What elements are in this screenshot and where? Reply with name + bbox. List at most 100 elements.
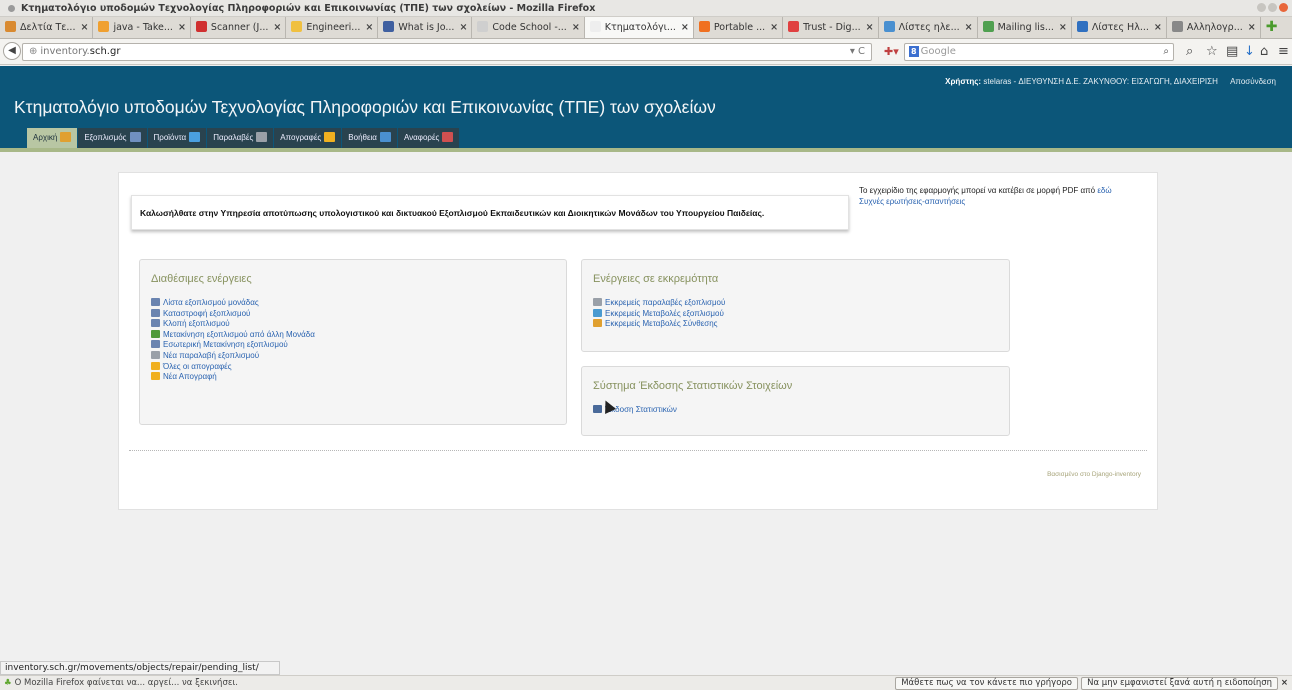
- available-actions-link-4[interactable]: Εσωτερική Μετακίνηση εξοπλισμού: [151, 340, 315, 351]
- window-controls: [1255, 3, 1288, 14]
- tab-close-icon[interactable]: ×: [80, 22, 88, 33]
- search-placeholder: Google: [920, 46, 956, 57]
- statistics-title: Σύστημα Έκδοσης Στατιστικών Στοιχείων: [593, 380, 793, 392]
- tab-3[interactable]: Engineeri... ×: [286, 17, 379, 38]
- tab-favicon-icon: [383, 21, 395, 32]
- tab-favicon-icon: [883, 21, 895, 32]
- maximize-icon[interactable]: [1268, 3, 1277, 12]
- tab-10[interactable]: Mailing lis... ×: [978, 17, 1072, 38]
- dont-show-again-button[interactable]: Να μην εμφανιστεί ξανά αυτή η ειδοποίηση: [1081, 677, 1278, 690]
- tab-close-icon[interactable]: ×: [866, 22, 874, 33]
- tab-close-icon[interactable]: ×: [459, 22, 467, 33]
- page-title: Κτηματολόγιο υποδομών Τεχνολογίας Πληροφ…: [14, 97, 716, 117]
- action-label: Κλοπή εξοπλισμού: [163, 319, 230, 329]
- action-label: Λίστα εξοπλισμού μονάδας: [163, 298, 259, 307]
- close-window-icon[interactable]: [1279, 3, 1288, 12]
- menu-item-4[interactable]: Απογραφές: [274, 128, 342, 148]
- tab-label: Code School -...: [492, 22, 567, 33]
- tab-close-icon[interactable]: ×: [965, 22, 973, 33]
- menu-item-label: Βοήθεια: [348, 133, 377, 142]
- menu-item-1[interactable]: Εξοπλισμός: [78, 128, 147, 148]
- tab-label: Λίστες ηλε...: [898, 22, 960, 33]
- available-actions-panel: Διαθέσιμες ενέργειες Λίστα εξοπλισμού μο…: [139, 259, 567, 425]
- menu-icon[interactable]: ≡: [1278, 44, 1289, 60]
- tab-close-icon[interactable]: ×: [1059, 22, 1067, 33]
- action-label: Μετακίνηση εξοπλισμού από άλλη Μονάδα: [163, 329, 315, 339]
- close-notification-icon[interactable]: ×: [1281, 676, 1288, 690]
- faq-link[interactable]: Συχνές ερωτήσεις-απαντήσεις: [859, 197, 965, 206]
- menu-item-icon: [189, 132, 201, 142]
- pending-actions-list: Εκκρεμείς παραλαβές εξοπλισμού Εκκρεμείς …: [593, 298, 725, 330]
- tab-close-icon[interactable]: ×: [178, 22, 186, 33]
- tab-close-icon[interactable]: ×: [770, 22, 778, 33]
- menu-item-3[interactable]: Παραλαβές: [207, 128, 274, 148]
- menu-item-6[interactable]: Αναφορές: [397, 128, 460, 148]
- available-actions-link-1[interactable]: Καταστροφή εξοπλισμού: [151, 308, 315, 320]
- pending-actions-link-2[interactable]: Εκκρεμείς Μεταβολές Σύνθεσης: [593, 319, 725, 330]
- tab-9[interactable]: Λίστες ηλε... ×: [879, 17, 978, 38]
- menu-item-icon: [379, 132, 391, 142]
- tab-favicon-icon: [1076, 21, 1088, 32]
- tab-close-icon[interactable]: ×: [273, 22, 281, 33]
- available-actions-link-6[interactable]: Όλες οι απογραφές: [151, 361, 315, 373]
- menu-item-icon: [60, 132, 72, 142]
- home-icon[interactable]: ⌂: [1260, 44, 1268, 60]
- download-icon[interactable]: ↓: [1244, 44, 1255, 60]
- available-actions-link-5[interactable]: Νέα παραλαβή εξοπλισμού: [151, 350, 315, 362]
- pending-actions-title: Ενέργειες σε εκκρεμότητα: [593, 273, 719, 285]
- search-input[interactable]: 8 Google ⌕: [904, 43, 1174, 61]
- tab-2[interactable]: Scanner (J... ×: [191, 17, 287, 38]
- tab-4[interactable]: What is Jo... ×: [378, 17, 473, 38]
- available-actions-link-3[interactable]: Μετακίνηση εξοπλισμού από άλλη Μονάδα: [151, 329, 315, 341]
- available-actions-link-0[interactable]: Λίστα εξοπλισμού μονάδας: [151, 298, 315, 309]
- manual-text: Το εγχειρίδιο της εφαρμογής μπορεί να κα…: [859, 186, 1096, 195]
- available-actions-link-7[interactable]: Νέα Απογραφή: [151, 372, 315, 383]
- logout-link[interactable]: Αποσύνδεση: [1230, 77, 1276, 86]
- tab-favicon-icon: [589, 21, 601, 32]
- tab-strip: Δελτία Τε... × java - Take... × Scanner (J..…: [0, 17, 1292, 39]
- tab-5[interactable]: Code School -... ×: [472, 17, 585, 38]
- action-icon: [151, 298, 160, 306]
- manual-download-link[interactable]: εδώ: [1097, 186, 1111, 195]
- menu-item-2[interactable]: Προϊόντα: [147, 128, 207, 148]
- tab-8[interactable]: Trust - Dig... ×: [783, 17, 879, 38]
- action-icon: [593, 298, 602, 306]
- pending-actions-link-0[interactable]: Εκκρεμείς παραλαβές εξοπλισμού: [593, 298, 725, 309]
- tab-label: Trust - Dig...: [803, 22, 861, 33]
- window-titlebar: Κτηματολόγιο υποδομών Τεχνολογίας Πληροφ…: [0, 0, 1292, 17]
- tab-7[interactable]: Portable ... ×: [694, 17, 784, 38]
- web-page: Χρήστης: stelaras - ΔΙΕΥΘΥΝΣΗ Δ.Ε. ΖΑΚΥΝ…: [0, 66, 1292, 661]
- tab-close-icon[interactable]: ×: [365, 22, 373, 33]
- search-icon[interactable]: ⌕: [1163, 44, 1169, 60]
- new-tab-icon[interactable]: ✚: [1261, 17, 1283, 38]
- tab-12[interactable]: Αλληλογρ... ×: [1167, 17, 1261, 38]
- powered-by-link[interactable]: Βασισμένο στο Django-inventory: [1047, 471, 1141, 478]
- bookmarks-list-icon[interactable]: ▤: [1226, 44, 1238, 60]
- main-menu: Αρχική Εξοπλισμός Προϊόντα Παραλαβές Απογραφ…: [27, 128, 460, 148]
- tab-1[interactable]: java - Take... ×: [93, 17, 191, 38]
- magnifier-icon[interactable]: ⌕: [1186, 44, 1193, 60]
- menu-item-0[interactable]: Αρχική: [27, 128, 78, 148]
- notification-bar: ♣ Ο Mozilla Firefox φαίνεται να... αργεί.…: [0, 675, 1292, 690]
- pending-actions-link-1[interactable]: Εκκρεμείς Μεταβολές εξοπλισμού: [593, 308, 725, 320]
- tab-favicon-icon: [98, 21, 110, 32]
- tab-close-icon[interactable]: ×: [572, 22, 580, 33]
- minimize-icon[interactable]: [1257, 3, 1266, 12]
- pocket-icon[interactable]: ✚▾: [884, 45, 899, 58]
- available-actions-title: Διαθέσιμες ενέργειες: [151, 273, 252, 285]
- action-label: Όλες οι απογραφές: [163, 361, 232, 371]
- back-button[interactable]: ◀: [3, 42, 21, 60]
- tab-6[interactable]: Κτηματολόγι... ×: [584, 17, 694, 38]
- available-actions-link-2[interactable]: Κλοπή εξοπλισμού: [151, 319, 315, 330]
- tab-close-icon[interactable]: ×: [681, 22, 689, 33]
- tab-close-icon[interactable]: ×: [1154, 22, 1162, 33]
- menu-item-5[interactable]: Βοήθεια: [342, 128, 397, 148]
- bookmark-star-icon[interactable]: ☆: [1206, 44, 1218, 60]
- tab-0[interactable]: Δελτία Τε... ×: [0, 17, 94, 38]
- url-bar[interactable]: ⊕ inventory.sch.gr ▾ C: [22, 43, 872, 61]
- reload-icon[interactable]: ▾ C: [850, 44, 865, 60]
- tab-11[interactable]: Λίστες Ηλ... ×: [1072, 17, 1167, 38]
- tab-close-icon[interactable]: ×: [1248, 22, 1256, 33]
- globe-icon: ⊕: [29, 46, 38, 57]
- learn-faster-button[interactable]: Μάθετε πως να τον κάνετε πιο γρήγορο: [895, 677, 1078, 690]
